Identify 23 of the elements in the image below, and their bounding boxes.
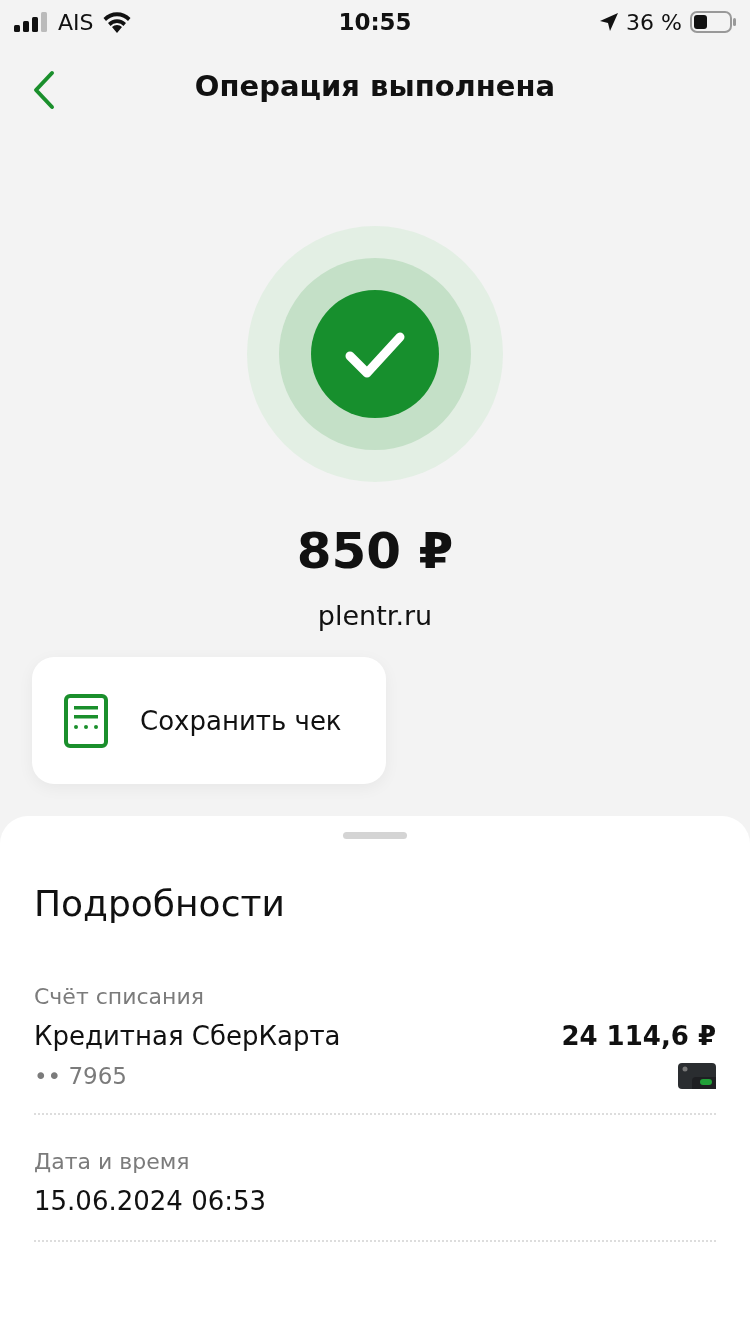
back-chevron-icon: [32, 70, 56, 110]
carrier-name: AIS: [58, 9, 94, 35]
card-number: •• 7965: [34, 1063, 127, 1089]
wifi-icon: [101, 11, 132, 33]
save-receipt-button[interactable]: Сохранить чек: [32, 657, 386, 784]
field-value: 15.06.2024 06:53: [34, 1186, 267, 1216]
receipt-icon: [64, 693, 108, 748]
merchant-name: plentr.ru: [317, 600, 433, 631]
location-arrow-icon: [600, 13, 619, 31]
clock-time: 10:55: [338, 9, 412, 35]
field-label: Дата и время: [34, 1149, 191, 1174]
success-check-icon: [247, 226, 503, 482]
payment-amount: 850 ₽: [296, 522, 454, 580]
signal-icon: [14, 12, 50, 32]
card-icon: [678, 1063, 716, 1089]
details-title: Подробности: [34, 883, 286, 924]
battery-icon: [690, 11, 736, 33]
sheet-handle[interactable]: [343, 832, 407, 839]
battery-percent: 36 %: [626, 9, 682, 35]
account-balance: 24 114,6 ₽: [561, 1021, 716, 1051]
field-label: Счёт списания: [34, 984, 205, 1009]
account-name: Кредитная СберКарта: [34, 1021, 341, 1051]
screen-title: Операция выполнена: [194, 69, 556, 103]
